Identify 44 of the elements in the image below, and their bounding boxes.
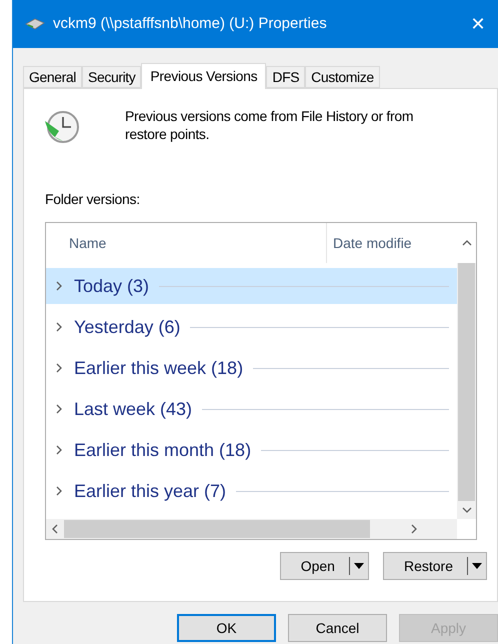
group-label: Earlier this month (18) <box>74 438 252 462</box>
tab[interactable]: Customize <box>305 66 380 88</box>
expand-icon <box>54 322 64 332</box>
scroll-down-icon <box>462 505 472 515</box>
window-title: vckm9 (\\pstafffsnb\home) (U:) Properties <box>53 14 327 34</box>
split-button[interactable]: Open <box>280 552 369 580</box>
expand-icon <box>54 486 64 496</box>
vertical-scrollbar[interactable] <box>457 223 476 519</box>
group-label: Earlier this year (7) <box>74 480 226 503</box>
expand-icon <box>54 363 64 373</box>
version-group-row[interactable]: Last week (43) <box>46 391 457 427</box>
tab[interactable]: DFS <box>266 66 306 88</box>
version-group-row[interactable]: Earlier this year (7) <box>46 473 457 509</box>
split-button[interactable]: Restore <box>382 552 487 580</box>
group-label: Today (3) <box>74 274 150 298</box>
tab[interactable]: General <box>23 66 82 88</box>
tab[interactable]: Previous Versions <box>141 63 266 89</box>
expand-icon <box>54 404 64 414</box>
scrollbar-thumb[interactable] <box>64 520 370 538</box>
column-header[interactable]: Date modifie <box>327 223 457 263</box>
version-group-row[interactable]: Earlier this month (18) <box>46 432 457 468</box>
column-header[interactable]: Name <box>46 223 327 263</box>
scroll-up-icon <box>462 238 472 248</box>
expand-icon <box>54 445 64 455</box>
dialog-button[interactable]: OK <box>177 614 276 642</box>
dropdown-arrow-icon <box>472 563 482 569</box>
scroll-left-icon <box>50 524 60 534</box>
drive-icon <box>25 18 45 30</box>
group-label: Yesterday (6) <box>74 316 180 339</box>
group-label: Last week (43) <box>74 398 192 421</box>
expand-icon <box>54 281 64 291</box>
close-button[interactable]: ✕ <box>458 4 498 44</box>
dropdown-arrow-icon <box>354 563 364 569</box>
folder-versions-label: Folder versions: <box>45 190 141 209</box>
group-label: Earlier this week (18) <box>74 356 244 380</box>
tab[interactable]: Security <box>82 66 142 88</box>
dialog-button[interactable]: Cancel <box>288 614 387 642</box>
version-group-row[interactable]: Earlier this week (18) <box>46 350 457 386</box>
scrollbar-thumb[interactable] <box>458 263 475 501</box>
version-group-row[interactable]: Yesterday (6) <box>46 309 457 345</box>
horizontal-scrollbar[interactable] <box>46 519 457 539</box>
version-group-row[interactable]: Today (3) <box>46 268 457 304</box>
description-text: Previous versions come from File History or from restore points. <box>125 107 414 143</box>
scroll-right-icon <box>408 524 418 534</box>
